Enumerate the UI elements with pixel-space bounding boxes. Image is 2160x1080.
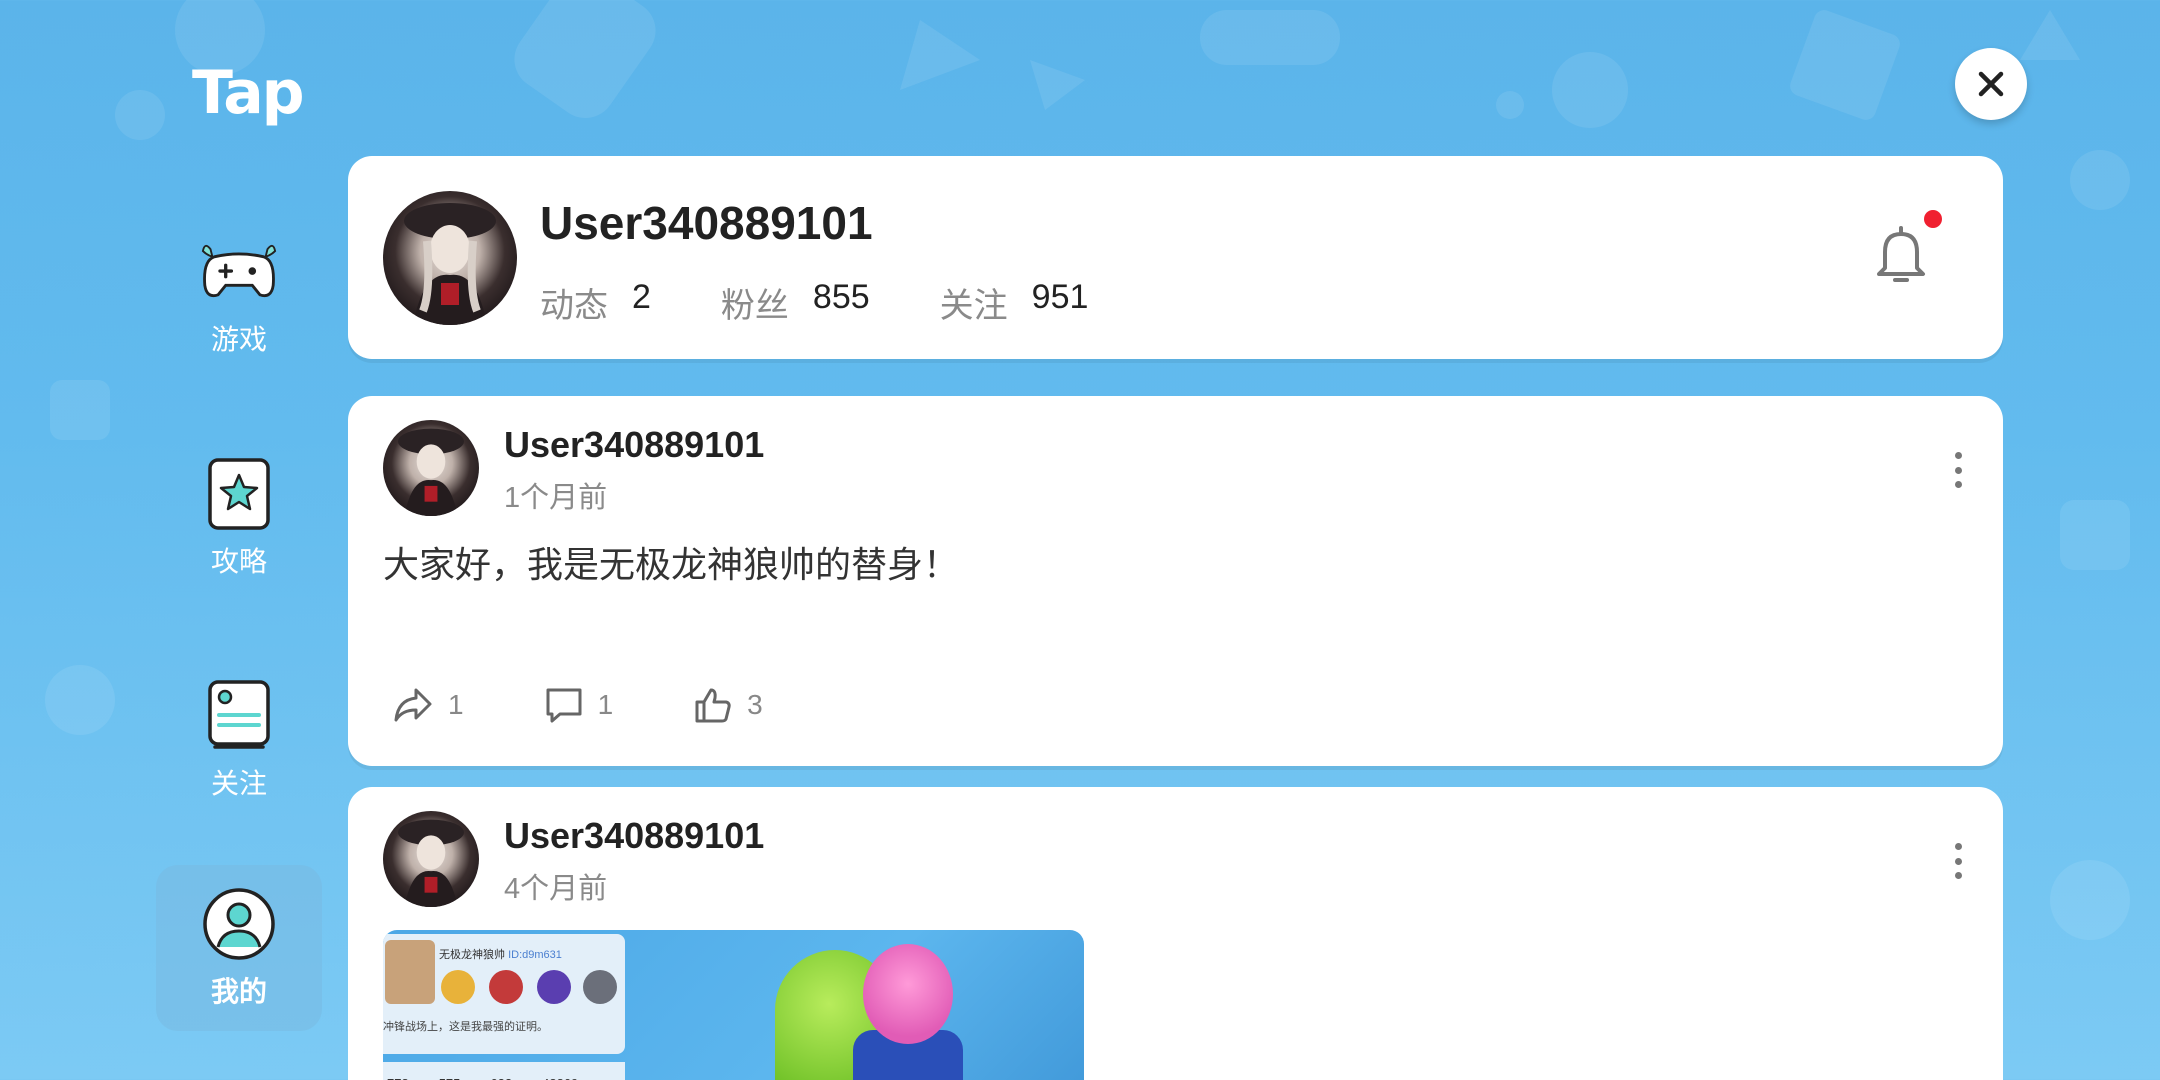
more-dot (1954, 452, 1962, 459)
nav-label-following: 关注 (210, 768, 267, 799)
image-stat: 48869 (542, 1076, 578, 1080)
more-dot (1954, 843, 1962, 850)
stat-label: 动态 (540, 287, 608, 325)
image-stat: 575 (439, 1076, 461, 1080)
post-content: 大家好，我是无极龙神狼帅的替身！ (383, 544, 960, 585)
like-button[interactable]: 3 (693, 686, 763, 724)
post-card[interactable]: User340889101 1个月前 大家好，我是无极龙神狼帅的替身！ 1 1 … (348, 396, 2003, 766)
user-icon (201, 886, 277, 962)
image-subtitle: 冲锋战场上，这是我最强的证明。 (383, 1021, 548, 1033)
comment-button[interactable]: 1 (544, 686, 614, 724)
stat-value: 2 (632, 278, 651, 316)
post-time: 1个月前 (504, 482, 608, 514)
image-title-text: 无极龙神狼帅 (439, 949, 505, 961)
post-avatar[interactable] (383, 811, 479, 907)
post-image[interactable]: 无极龙神狼帅 ID:d9m631 冲锋战场上，这是我最强的证明。 778 575… (383, 930, 1084, 1080)
comment-icon (546, 688, 582, 723)
badge-gold (441, 970, 475, 1004)
image-stat: 778 (387, 1076, 409, 1080)
post-time: 4个月前 (504, 873, 608, 905)
image-title: 无极龙神狼帅 ID:d9m631 (439, 946, 562, 962)
more-options-button[interactable] (1948, 452, 1968, 488)
stat-posts[interactable]: 动态 2 (540, 278, 651, 327)
stat-value: 855 (812, 278, 870, 316)
like-count: 3 (747, 689, 763, 720)
image-stat: 622 (490, 1076, 512, 1080)
image-avatar (385, 940, 435, 1004)
gamepad-icon (201, 234, 277, 310)
profile-card: User340889101 动态 2 粉丝 855 关注 951 (348, 156, 2003, 359)
image-profile-panel: 无极龙神狼帅 ID:d9m631 冲锋战场上，这是我最强的证明。 (383, 934, 625, 1054)
notification-dot (1924, 210, 1942, 228)
more-dot (1954, 481, 1962, 488)
stat-followers[interactable]: 粉丝 855 (721, 278, 870, 327)
nav-item-games[interactable]: 游戏 (156, 213, 322, 379)
more-dot (1954, 466, 1962, 474)
post-author[interactable]: User340889101 (504, 424, 764, 466)
close-button[interactable] (1955, 48, 2027, 120)
feed-list-icon (201, 678, 277, 754)
avatar[interactable] (383, 191, 517, 325)
post-actions: 1 1 3 (392, 686, 763, 724)
share-button[interactable]: 1 (392, 686, 464, 724)
thumbs-up-icon (695, 688, 731, 723)
profile-stats: 动态 2 粉丝 855 关注 951 (540, 278, 1158, 327)
stat-following[interactable]: 关注 951 (940, 278, 1089, 327)
comment-count: 1 (597, 689, 614, 720)
app-logo: Tap (192, 58, 305, 128)
more-options-button[interactable] (1948, 843, 1968, 879)
star-book-icon (201, 456, 277, 532)
image-character-pink (863, 944, 953, 1044)
close-icon (1978, 71, 2004, 97)
nav-label-me: 我的 (210, 976, 267, 1007)
share-icon (394, 688, 432, 722)
post-author[interactable]: User340889101 (504, 815, 764, 857)
badge-purple (537, 970, 571, 1004)
nav-item-following[interactable]: 关注 (156, 657, 322, 823)
stat-label: 关注 (939, 287, 1008, 325)
stat-value: 951 (1031, 278, 1089, 316)
nav-item-me[interactable]: 我的 (156, 865, 322, 1031)
more-dot (1954, 857, 1962, 865)
profile-username: User340889101 (540, 197, 873, 249)
post-avatar[interactable] (383, 420, 479, 516)
nav-label-games: 游戏 (210, 324, 267, 355)
share-count: 1 (448, 689, 464, 720)
nav-label-guides: 攻略 (210, 546, 267, 577)
badge-gray (583, 970, 617, 1004)
badge-red (489, 970, 523, 1004)
post-card[interactable]: User340889101 4个月前 无极龙神狼帅 ID:d9m631 冲锋战场… (348, 787, 2003, 1080)
nav-item-guides[interactable]: 攻略 (156, 435, 322, 601)
bell-icon[interactable] (1873, 222, 1929, 286)
more-dot (1954, 872, 1962, 879)
image-id: ID:d9m631 (508, 949, 562, 961)
image-stats-panel: 778 575 622 48869 (383, 1062, 625, 1080)
stat-label: 粉丝 (720, 287, 789, 325)
